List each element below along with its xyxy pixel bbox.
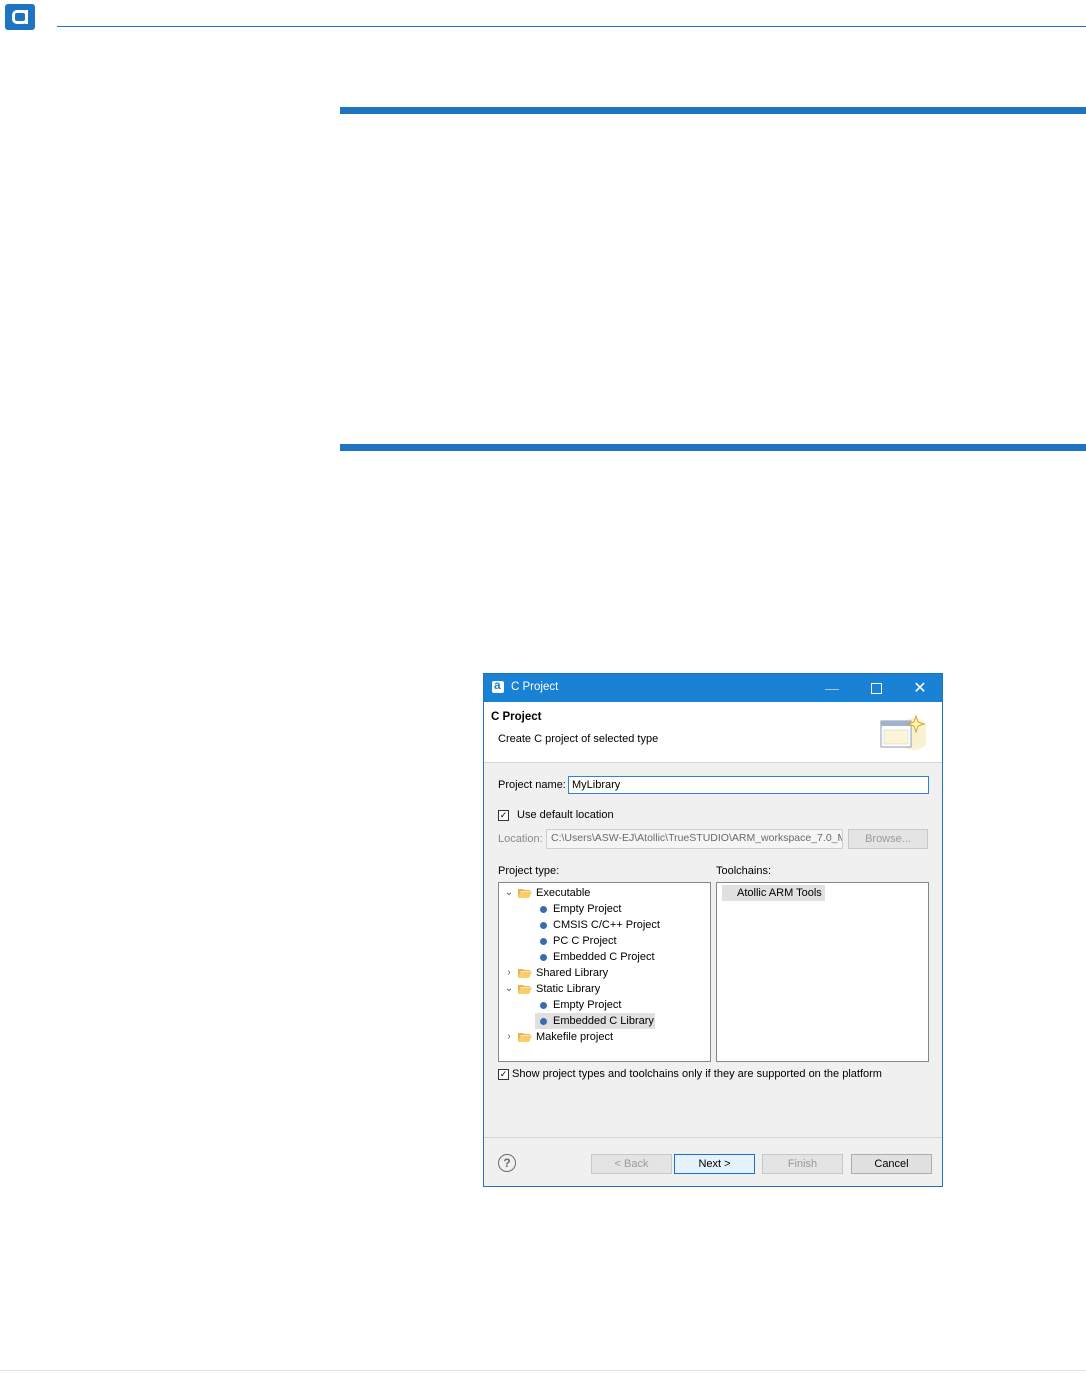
banner-description: Create C project of selected type: [498, 733, 659, 745]
tree-item-executable[interactable]: ⌄ Executable: [504, 885, 704, 901]
project-type-bullet-icon: [540, 1002, 547, 1009]
chevron-down-icon[interactable]: ⌄: [504, 885, 514, 901]
maximize-icon: [870, 682, 882, 694]
toolchain-label: Atollic ARM Tools: [737, 887, 822, 899]
new-project-wizard-icon: [880, 714, 926, 750]
chevron-down-icon[interactable]: ⌄: [504, 981, 514, 997]
tree-item-label: CMSIS C/C++ Project: [553, 919, 660, 931]
minimize-button[interactable]: —: [810, 674, 854, 702]
brand-logo-icon: [5, 4, 35, 30]
location-label: Location:: [498, 833, 543, 845]
section-rule-bottom: [340, 444, 1086, 451]
toolchains-label: Toolchains:: [716, 865, 772, 877]
project-name-input[interactable]: [568, 776, 929, 794]
project-name-label: Project name:: [498, 779, 566, 791]
project-type-bullet-icon: [540, 906, 547, 913]
project-type-bullet-icon: [540, 1018, 547, 1025]
show-supported-label: Show project types and toolchains only i…: [512, 1068, 882, 1080]
tree-item-label: Empty Project: [553, 999, 622, 1011]
tree-item-label: Shared Library: [536, 967, 609, 979]
folder-open-icon: [518, 889, 532, 898]
close-button[interactable]: ✕: [898, 674, 942, 702]
project-type-tree[interactable]: ⌄ Executable Empty Project CMSIS C/C++ P…: [498, 882, 711, 1062]
project-type-label: Project type:: [498, 865, 560, 877]
tree-item-makefile-project[interactable]: › Makefile project: [504, 1029, 704, 1045]
folder-open-icon: [518, 1033, 532, 1042]
checkmark-icon: ✓: [499, 1069, 508, 1079]
finish-button[interactable]: Finish: [762, 1154, 843, 1174]
tree-item-label: Makefile project: [536, 1031, 614, 1043]
use-default-location-label: Use default location: [517, 809, 614, 821]
button-bar-divider: [484, 1137, 942, 1138]
tree-item-label: Static Library: [536, 983, 601, 995]
chevron-right-icon[interactable]: ›: [504, 1029, 514, 1045]
toolchains-list[interactable]: Atollic ARM Tools: [716, 882, 929, 1062]
project-type-bullet-icon: [540, 938, 547, 945]
tree-item-shared-library[interactable]: › Shared Library: [504, 965, 704, 981]
app-icon: [492, 678, 504, 693]
banner-title: C Project: [491, 711, 542, 723]
maximize-button[interactable]: [854, 674, 898, 702]
footer-divider: [0, 1370, 1086, 1371]
checkmark-icon: ✓: [499, 810, 508, 820]
tree-item-static-library[interactable]: ⌄ Static Library: [504, 981, 704, 997]
project-type-bullet-icon: [540, 922, 547, 929]
chevron-right-icon[interactable]: ›: [504, 965, 514, 981]
show-supported-checkbox[interactable]: ✓: [498, 1069, 509, 1080]
tree-item-label: Embedded C Library: [553, 1015, 654, 1027]
header-divider: [57, 26, 1086, 27]
tree-item-label: Executable: [536, 887, 591, 899]
use-default-location-checkbox[interactable]: ✓: [498, 810, 509, 821]
back-button[interactable]: < Back: [591, 1154, 672, 1174]
folder-open-icon: [518, 969, 532, 978]
toolchain-item[interactable]: Atollic ARM Tools: [722, 885, 825, 901]
section-rule-top: [340, 107, 1086, 114]
location-input[interactable]: C:\Users\ASW-EJ\Atollic\TrueSTUDIO\ARM_w…: [546, 829, 843, 849]
tree-item-label: PC C Project: [553, 935, 617, 947]
folder-open-icon: [518, 985, 532, 994]
next-button[interactable]: Next >: [674, 1154, 755, 1174]
browse-button[interactable]: Browse...: [848, 829, 928, 849]
tree-item-embedded-c-library[interactable]: Embedded C Library: [535, 1013, 655, 1029]
wizard-banner: C Project Create C project of selected t…: [484, 702, 942, 763]
c-project-dialog: C Project — ✕ C Project Create C project…: [483, 673, 943, 1187]
dialog-title: C Project: [511, 681, 559, 693]
cancel-button[interactable]: Cancel: [851, 1154, 932, 1174]
tree-item-label: Empty Project: [553, 903, 622, 915]
tree-item-label: Embedded C Project: [553, 951, 655, 963]
project-type-bullet-icon: [540, 954, 547, 961]
dialog-titlebar[interactable]: C Project — ✕: [484, 674, 942, 702]
help-icon[interactable]: ?: [498, 1154, 516, 1172]
